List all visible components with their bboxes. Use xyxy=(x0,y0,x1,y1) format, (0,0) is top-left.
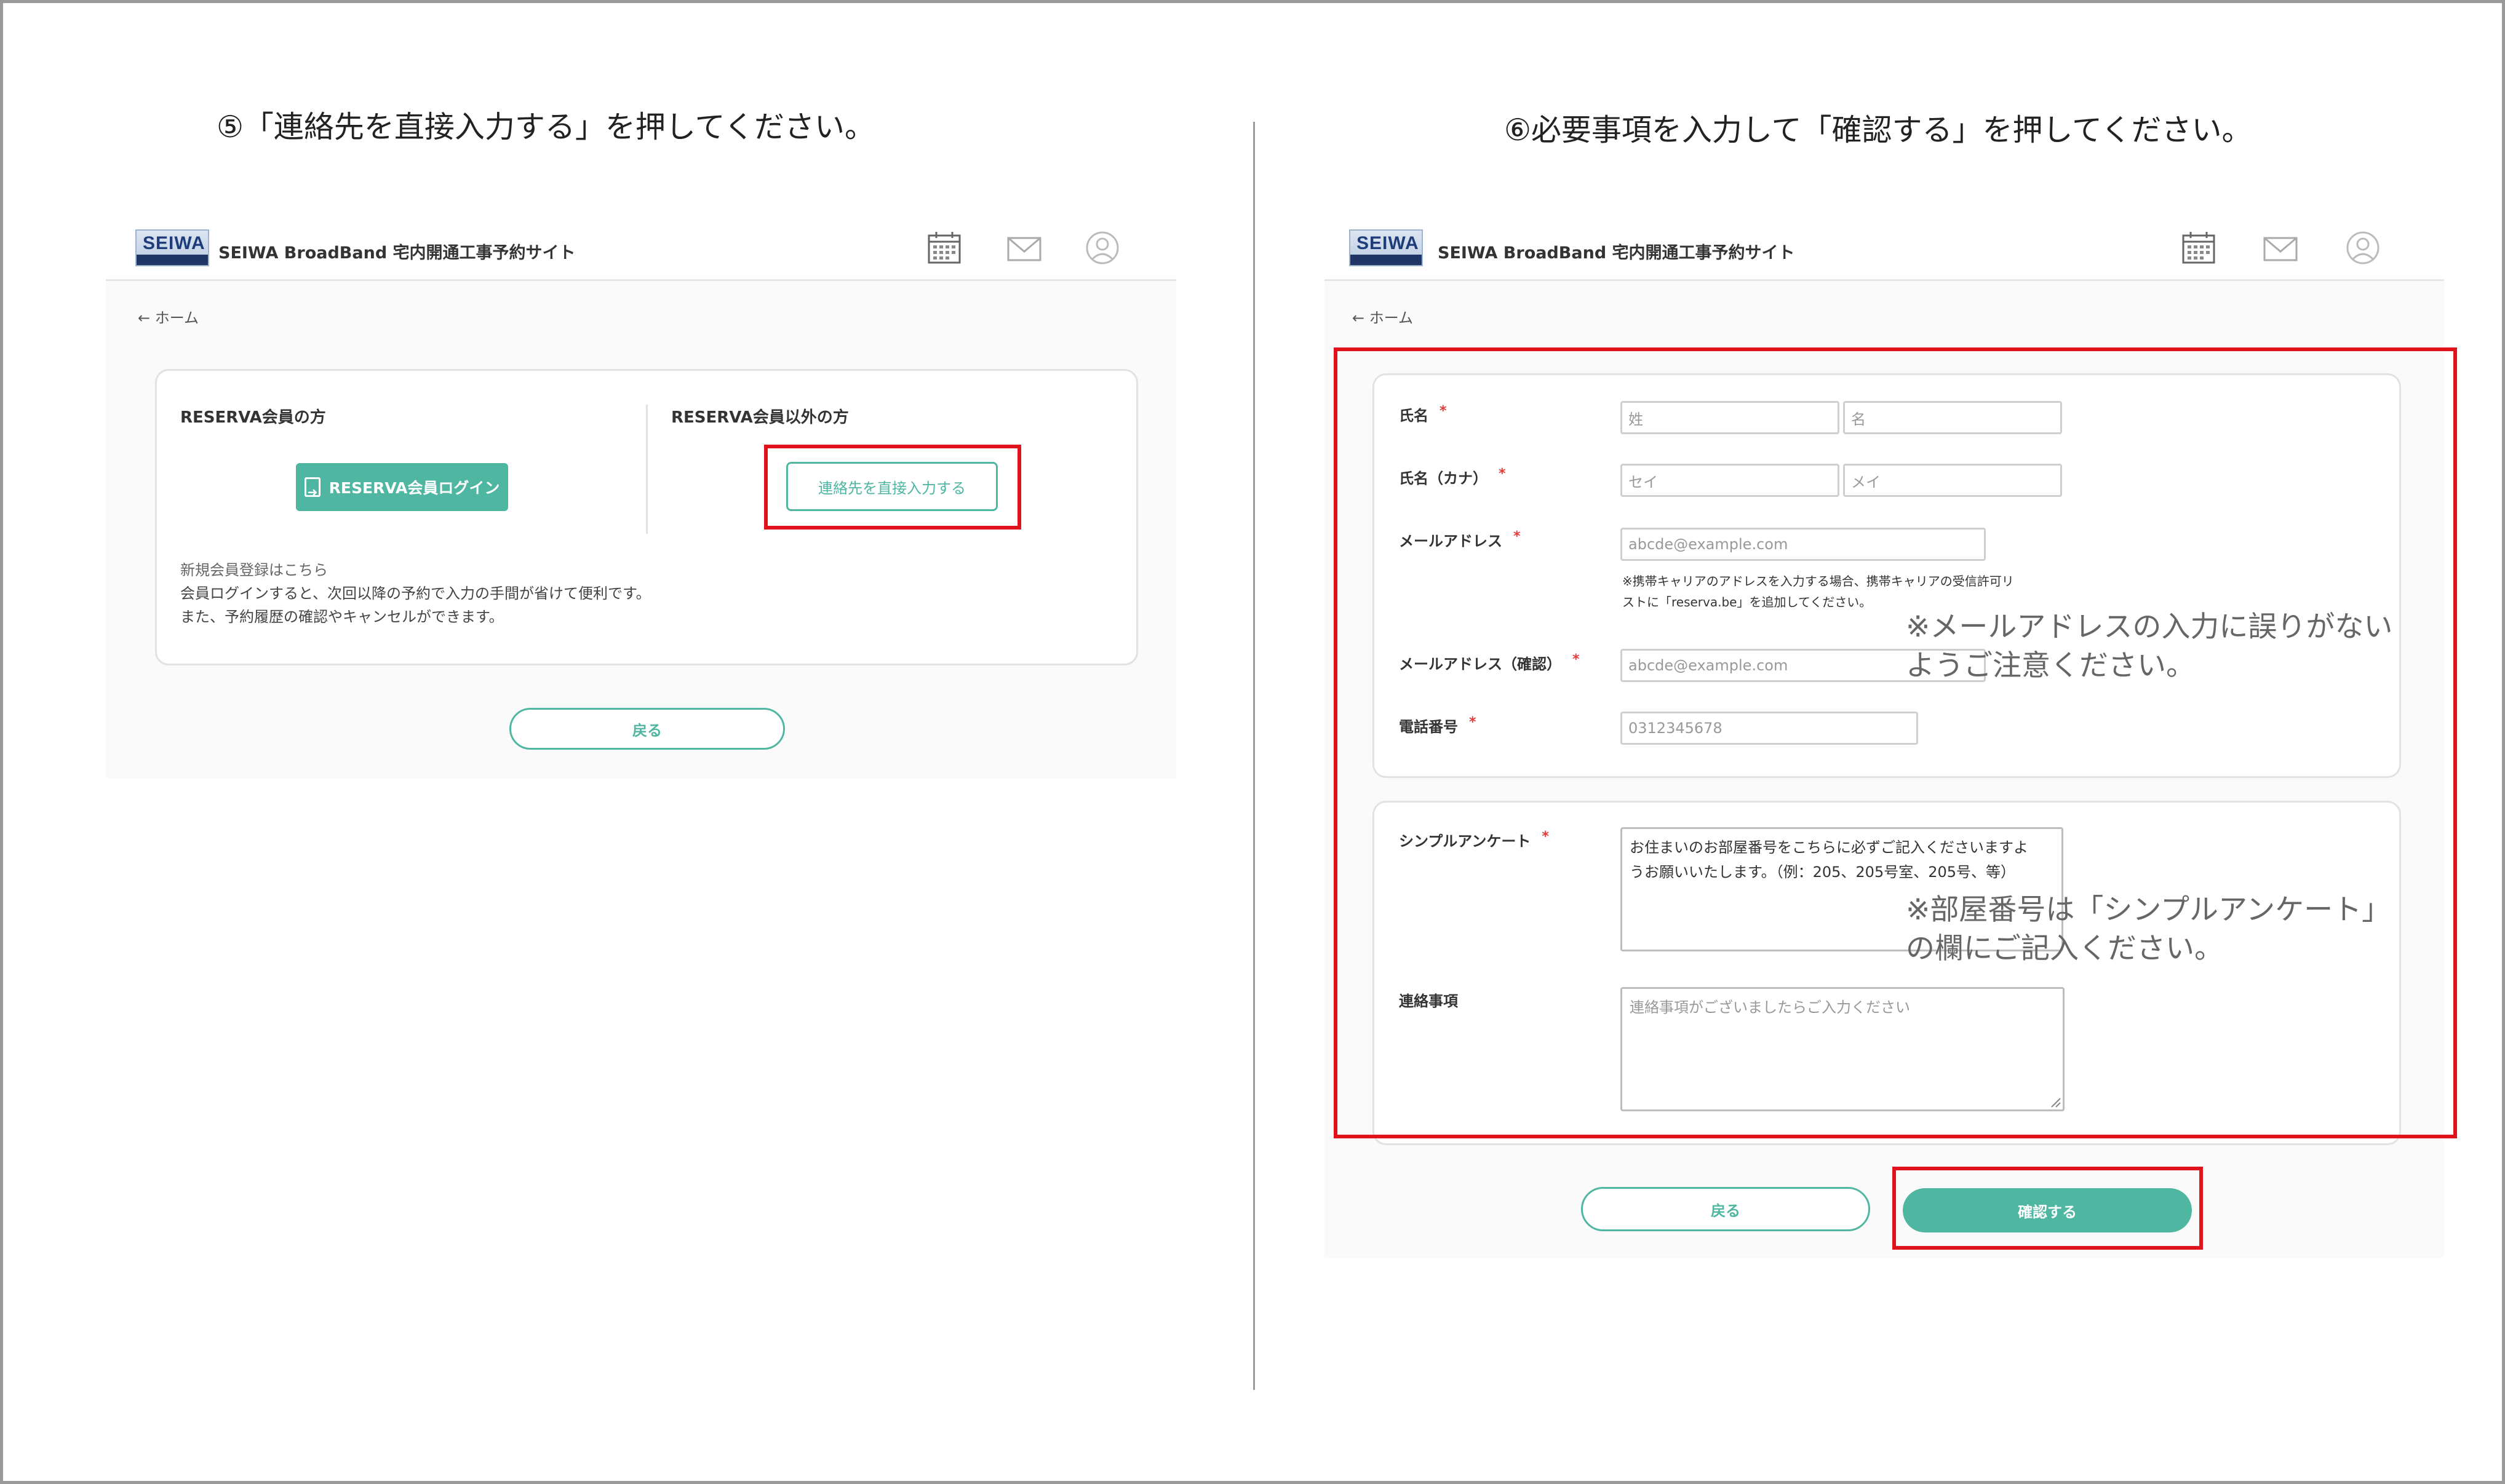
step6-instruction: ⑥必要事項を入力して「確認する」を押してください。 xyxy=(1504,113,2252,148)
login-icon: ➜ xyxy=(304,477,321,498)
register-link[interactable]: 新規会員登録はこちら xyxy=(180,558,328,582)
highlight-confirm-button xyxy=(1892,1167,2203,1250)
reserva-login-button[interactable]: ➜ RESERVA会員ログイン xyxy=(296,463,508,511)
panel-divider xyxy=(1253,122,1255,1390)
user-icon[interactable] xyxy=(1084,231,1121,265)
mail-icon[interactable] xyxy=(2262,231,2299,265)
breadcrumb-home-link[interactable]: ← ホーム xyxy=(138,306,199,327)
site-header: SEIWA SEIWA BroadBand 宅内開通工事予約サイト xyxy=(106,212,1176,281)
site-title: SEIWA BroadBand 宅内開通工事予約サイト xyxy=(1438,244,1795,263)
back-button[interactable]: 戻る xyxy=(509,708,785,750)
site-logo[interactable]: SEIWA xyxy=(135,229,209,266)
step5-instruction: ⑤「連絡先を直接入力する」を押してください。 xyxy=(217,109,875,145)
section-separator xyxy=(646,405,648,534)
calendar-icon[interactable] xyxy=(926,231,963,265)
mail-icon[interactable] xyxy=(1006,231,1043,265)
site-title: SEIWA BroadBand 宅内開通工事予約サイト xyxy=(218,244,576,263)
user-icon[interactable] xyxy=(2344,231,2381,265)
site-header: SEIWA SEIWA BroadBand 宅内開通工事予約サイト xyxy=(1324,212,2444,281)
site-logo[interactable]: SEIWA xyxy=(1349,229,1423,266)
calendar-icon[interactable] xyxy=(2180,231,2217,265)
member-benefit-note-2: また、予約履歴の確認やキャンセルができます。 xyxy=(180,608,504,625)
back-button[interactable]: 戻る xyxy=(1581,1187,1870,1231)
member-section-label: RESERVA会員の方 xyxy=(180,408,326,427)
breadcrumb-home-link[interactable]: ← ホーム xyxy=(1352,306,1413,327)
highlight-direct-input xyxy=(764,445,1021,530)
highlight-form-area xyxy=(1334,347,2457,1138)
member-benefit-note-1: 会員ログインすると、次回以降の予約で入力の手間が省けて便利です。 xyxy=(180,585,651,602)
nonmember-section-label: RESERVA会員以外の方 xyxy=(671,408,849,427)
